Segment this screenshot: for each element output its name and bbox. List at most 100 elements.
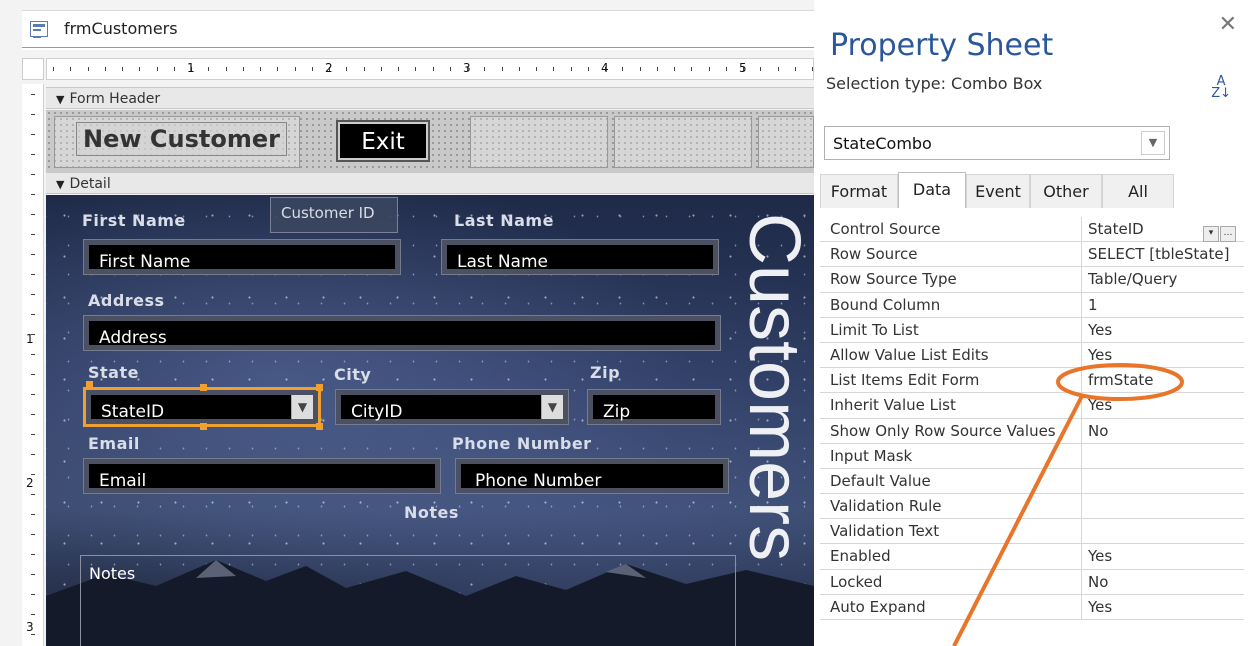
first-name-label[interactable]: First Name (82, 211, 186, 230)
phone-number-label[interactable]: Phone Number (452, 434, 592, 453)
zip-field[interactable]: Zip (588, 390, 720, 424)
tab-event[interactable]: Event (966, 174, 1030, 208)
zip-label[interactable]: Zip (590, 363, 620, 382)
property-value[interactable]: No (1084, 419, 1244, 443)
new-customer-label[interactable]: New Customer (76, 122, 287, 156)
property-value[interactable]: SELECT [tbleState] (1084, 242, 1244, 266)
ruler-tick (31, 434, 35, 435)
chevron-down-icon[interactable]: ▾ (1203, 226, 1219, 242)
tab-data[interactable]: Data (898, 172, 966, 208)
property-value[interactable]: Yes (1084, 318, 1244, 342)
ruler-tick (812, 67, 813, 71)
city-combo[interactable]: CityID ▼ (336, 390, 568, 424)
property-value[interactable]: Yes (1084, 544, 1244, 568)
ruler-tick (226, 67, 227, 71)
horizontal-ruler[interactable]: 1 2 3 4 5 (46, 58, 814, 80)
state-label[interactable]: State (88, 363, 139, 382)
resize-handle[interactable] (200, 423, 207, 430)
property-row[interactable]: Validation Rule (820, 494, 1244, 520)
ruler-tick (31, 134, 35, 135)
property-grid: Control Source StateID ▾… Row Source SELECT … (820, 217, 1244, 620)
property-value[interactable]: frmState (1084, 368, 1244, 392)
email-field[interactable]: Email (84, 459, 440, 493)
detail-section-bar[interactable]: ▼ Detail (46, 172, 814, 194)
ruler-tick (31, 574, 35, 575)
notes-field[interactable]: Notes (80, 555, 736, 646)
property-row[interactable]: Validation Text (820, 519, 1244, 545)
builder-icon[interactable]: … (1220, 226, 1236, 242)
ruler-number: 2 (26, 476, 34, 490)
chevron-down-icon[interactable]: ▼ (291, 395, 313, 419)
ruler-tick (157, 67, 158, 71)
property-value[interactable]: 1 (1084, 293, 1244, 317)
property-row[interactable]: Default Value (820, 468, 1244, 495)
property-value[interactable] (1084, 444, 1244, 468)
ruler-tick (31, 374, 35, 375)
property-row[interactable]: Control Source StateID ▾… (820, 217, 1244, 243)
property-value[interactable]: Yes (1084, 343, 1244, 367)
property-value[interactable] (1084, 494, 1244, 518)
property-row[interactable]: Bound Column 1 (820, 292, 1244, 318)
property-row[interactable]: Locked No (820, 569, 1244, 595)
tab-all[interactable]: All (1102, 174, 1174, 208)
resize-handle[interactable] (86, 381, 93, 388)
chevron-down-icon[interactable]: ▼ (541, 395, 563, 419)
vertical-ruler[interactable]: 1 2 3 (22, 84, 44, 646)
property-value[interactable] (1084, 519, 1244, 543)
control-source-buttons: ▾… (1202, 221, 1236, 242)
state-combo[interactable]: StateID ▼ (83, 387, 321, 427)
ruler-tick (31, 454, 35, 455)
property-value[interactable]: Yes (1084, 393, 1244, 417)
sort-az-icon[interactable]: A Z↓ (1211, 75, 1231, 100)
customer-id-label[interactable]: Customer ID (270, 197, 398, 233)
tab-format[interactable]: Format (820, 174, 898, 208)
email-label[interactable]: Email (88, 434, 140, 453)
form-header-section[interactable]: New Customer Exit (46, 110, 814, 172)
close-icon[interactable]: ✕ (1219, 12, 1237, 37)
exit-button[interactable]: Exit (336, 120, 430, 162)
tab-other[interactable]: Other (1030, 174, 1102, 208)
customers-vertical-title[interactable]: Customers (728, 205, 814, 645)
property-row[interactable]: Allow Value List Edits Yes (820, 342, 1244, 369)
property-value[interactable]: Table/Query (1084, 267, 1244, 291)
property-name: Validation Text (820, 519, 1082, 544)
property-value[interactable]: No (1084, 570, 1244, 594)
property-row[interactable]: Auto Expand Yes (820, 594, 1244, 620)
ruler-tick (208, 67, 209, 71)
property-row[interactable]: Enabled Yes (820, 544, 1244, 570)
property-row[interactable]: Row Source SELECT [tbleState] (820, 242, 1244, 268)
property-row[interactable]: Inherit Value List Yes (820, 393, 1244, 419)
property-row[interactable]: Show Only Row Source Values No (820, 418, 1244, 444)
city-label[interactable]: City (334, 365, 371, 384)
header-placeholder-cell (470, 116, 608, 168)
last-name-label[interactable]: Last Name (454, 211, 554, 230)
form-selector[interactable] (22, 58, 44, 80)
address-field[interactable]: Address (84, 316, 720, 350)
selected-control-combo[interactable]: StateCombo ▼ (824, 126, 1170, 160)
document-tab[interactable]: frmCustomers (22, 10, 814, 50)
property-row[interactable]: Row Source Type Table/Query (820, 267, 1244, 293)
property-row[interactable]: List Items Edit Form frmState (820, 368, 1244, 394)
form-header-section-bar[interactable]: ▼ Form Header (46, 87, 814, 109)
ruler-tick (31, 194, 35, 195)
first-name-field[interactable]: First Name (84, 240, 400, 274)
property-value[interactable]: Yes (1084, 595, 1244, 619)
phone-number-field[interactable]: Phone Number (456, 459, 728, 493)
detail-section[interactable]: First Name Customer ID Last Name First N… (46, 195, 814, 646)
resize-handle[interactable] (316, 384, 323, 391)
ruler-tick (31, 554, 35, 555)
state-combo-value: StateID (101, 402, 165, 422)
chevron-down-icon[interactable]: ▼ (1141, 131, 1165, 155)
last-name-field[interactable]: Last Name (442, 240, 718, 274)
address-label[interactable]: Address (88, 291, 165, 310)
resize-handle[interactable] (316, 423, 323, 430)
property-name: Allow Value List Edits (820, 342, 1082, 368)
property-row[interactable]: Limit To List Yes (820, 317, 1244, 343)
notes-heading-label[interactable]: Notes (404, 503, 459, 522)
property-name: Default Value (820, 468, 1082, 494)
form-designer: frmCustomers 1 2 3 4 5 1 2 3 ▼ Form Header New … (0, 0, 814, 646)
resize-handle[interactable] (200, 384, 207, 391)
property-row[interactable]: Input Mask (820, 443, 1244, 469)
ruler-tick (31, 274, 35, 275)
property-value[interactable] (1084, 469, 1244, 493)
